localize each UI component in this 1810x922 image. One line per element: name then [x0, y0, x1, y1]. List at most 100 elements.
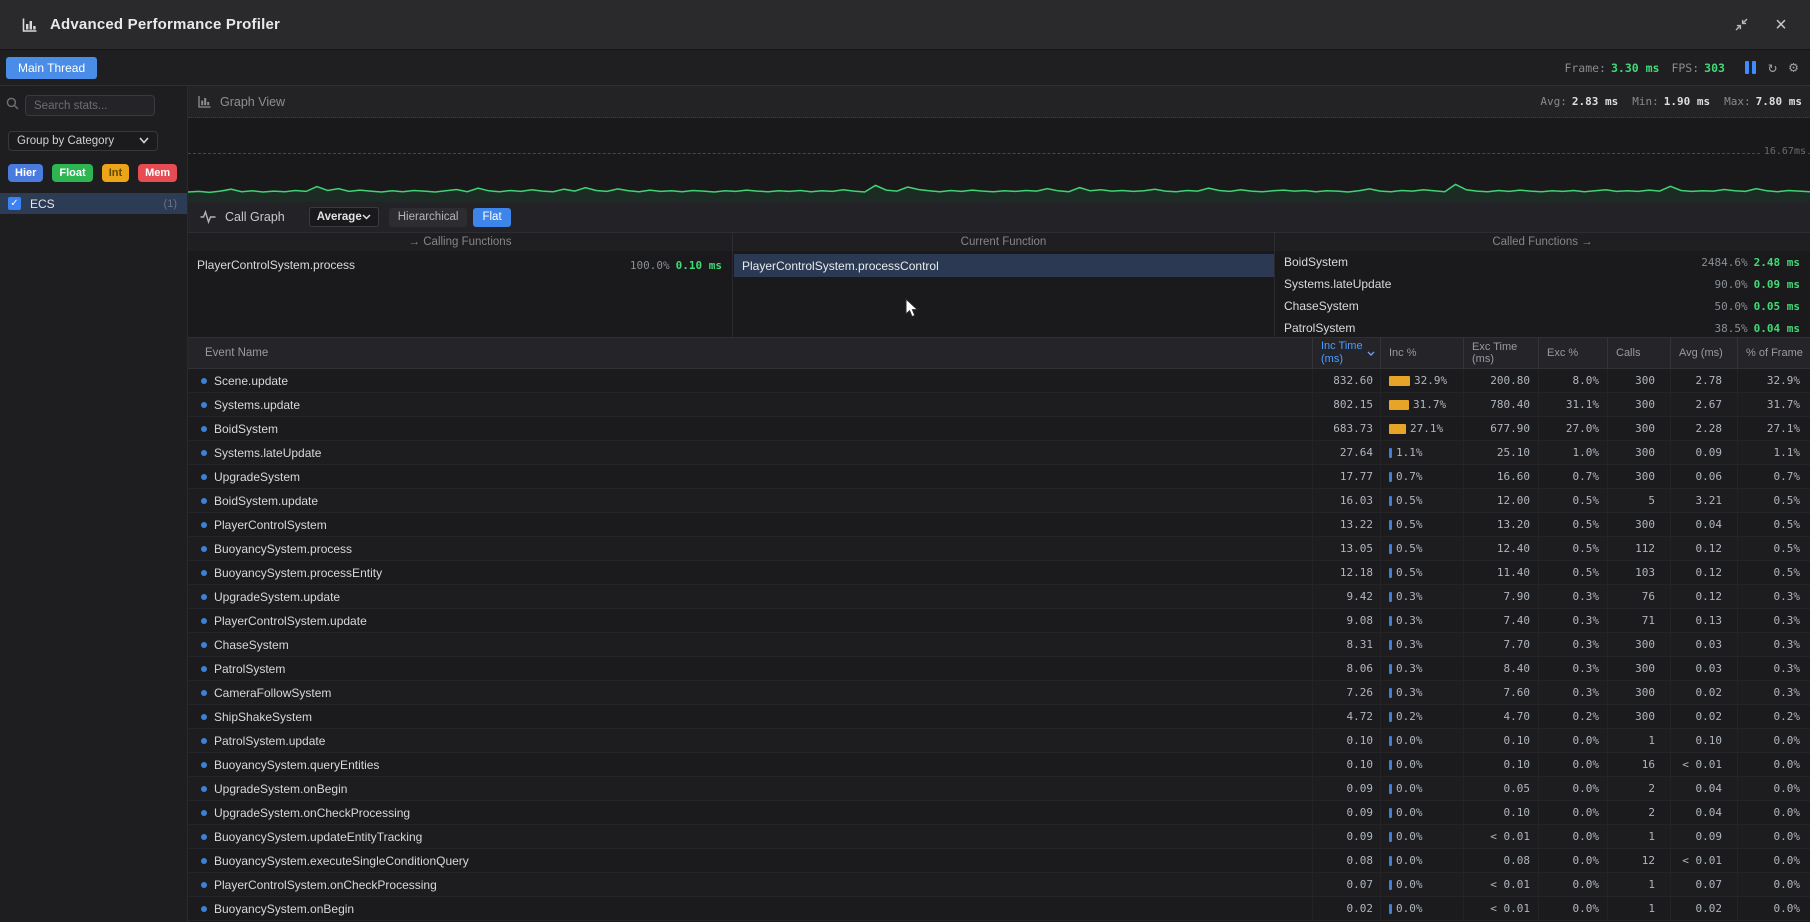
column-inc-pct[interactable]: Inc % [1380, 338, 1463, 368]
inc-pct-bar [1389, 424, 1406, 434]
inc-pct-bar [1389, 592, 1392, 602]
frame-label: Frame: [1564, 61, 1606, 75]
current-function-row[interactable]: PlayerControlSystem.processControl [734, 254, 1274, 277]
inc-pct-bar [1389, 808, 1392, 818]
event-bullet-icon [201, 714, 207, 720]
sidebar: Group by Category Hier Float Int Mem ✓ E… [0, 85, 188, 922]
inc-pct-bar [1389, 760, 1392, 770]
table-row[interactable]: Systems.lateUpdate 27.64 1.1% 25.10 1.0%… [188, 441, 1810, 465]
stat-tag[interactable]: Int [102, 164, 129, 182]
mouse-cursor [905, 298, 919, 319]
event-bullet-icon [201, 858, 207, 864]
called-function-row[interactable]: ChaseSystem 50.0%0.05 ms [1275, 295, 1810, 317]
flat-button[interactable]: Flat [473, 208, 510, 227]
table-row[interactable]: UpgradeSystem.update 9.42 0.3% 7.90 0.3%… [188, 585, 1810, 609]
inc-pct-bar [1389, 376, 1410, 386]
inc-pct-bar [1389, 616, 1392, 626]
called-function-row[interactable]: Systems.lateUpdate 90.0%0.09 ms [1275, 273, 1810, 295]
group-by-select[interactable]: Group by Category [8, 131, 158, 151]
stat-tag[interactable]: Mem [138, 164, 177, 182]
table-row[interactable]: ChaseSystem 8.31 0.3% 7.70 0.3% 300 0.03… [188, 633, 1810, 657]
current-function-panel: PlayerControlSystem.processControl [733, 251, 1275, 337]
mode-select[interactable]: Average [309, 207, 379, 227]
call-graph-title: Call Graph [225, 210, 285, 224]
inc-pct-bar [1389, 640, 1392, 650]
title-bar: Advanced Performance Profiler × [0, 0, 1810, 50]
table-row[interactable]: BuoyancySystem.process 13.05 0.5% 12.40 … [188, 537, 1810, 561]
table-row[interactable]: PlayerControlSystem.onCheckProcessing 0.… [188, 873, 1810, 897]
table-row[interactable]: UpgradeSystem 17.77 0.7% 16.60 0.7% 300 … [188, 465, 1810, 489]
event-bullet-icon [201, 474, 207, 480]
bar-chart-icon [198, 95, 211, 108]
column-event-name[interactable]: Event Name [188, 338, 1312, 368]
frame-time-graph[interactable]: 16.67ms [188, 118, 1810, 202]
called-function-row[interactable]: PatrolSystem 38.5%0.04 ms [1275, 317, 1810, 339]
event-bullet-icon [201, 402, 207, 408]
collapse-window-icon[interactable] [1730, 14, 1752, 36]
frame-value: 3.30 ms [1611, 61, 1659, 75]
sidebar-item-ecs[interactable]: ✓ ECS (1) [0, 193, 187, 214]
table-row[interactable]: BuoyancySystem.queryEntities 0.10 0.0% 0… [188, 753, 1810, 777]
table-row[interactable]: BuoyancySystem.executeSingleConditionQue… [188, 849, 1810, 873]
table-row[interactable]: BoidSystem.update 16.03 0.5% 12.00 0.5% … [188, 489, 1810, 513]
table-row[interactable]: BuoyancySystem.updateEntityTracking 0.09… [188, 825, 1810, 849]
table-row[interactable]: PlayerControlSystem.update 9.08 0.3% 7.4… [188, 609, 1810, 633]
table-row[interactable]: BoidSystem 683.73 27.1% 677.90 27.0% 300… [188, 417, 1810, 441]
stat-tag[interactable]: Float [52, 164, 92, 182]
inc-pct-bar [1389, 520, 1392, 530]
table-row[interactable]: BuoyancySystem.onBegin 0.02 0.0% < 0.01 … [188, 897, 1810, 921]
calling-function-row[interactable]: PlayerControlSystem.process 100.0%0.10 m… [188, 254, 732, 276]
event-bullet-icon [201, 426, 207, 432]
gear-icon[interactable]: ⚙ [1789, 60, 1798, 75]
stat-tag[interactable]: Hier [8, 164, 43, 182]
table-row[interactable]: UpgradeSystem.onBegin 0.09 0.0% 0.05 0.0… [188, 777, 1810, 801]
table-row[interactable]: PatrolSystem.update 0.10 0.0% 0.10 0.0% … [188, 729, 1810, 753]
column-exc-pct[interactable]: Exc % [1538, 338, 1607, 368]
table-row[interactable]: ShipShakeSystem 4.72 0.2% 4.70 0.2% 300 … [188, 705, 1810, 729]
search-icon [6, 97, 19, 115]
page-title: Advanced Performance Profiler [50, 16, 280, 33]
inc-pct-bar [1389, 712, 1392, 722]
sort-desc-icon [1367, 351, 1375, 356]
table-row[interactable]: PlayerControlSystem 13.22 0.5% 13.20 0.5… [188, 513, 1810, 537]
inc-pct-bar [1389, 880, 1392, 890]
hierarchical-button[interactable]: Hierarchical [389, 208, 468, 227]
inc-pct-bar [1389, 472, 1392, 482]
event-bullet-icon [201, 594, 207, 600]
column-avg[interactable]: Avg (ms) [1670, 338, 1737, 368]
event-bullet-icon [201, 498, 207, 504]
column-calls[interactable]: Calls [1607, 338, 1670, 368]
inc-pct-bar [1389, 736, 1392, 746]
table-row[interactable]: CameraFollowSystem 7.26 0.3% 7.60 0.3% 3… [188, 681, 1810, 705]
column-exc-time[interactable]: Exc Time (ms) [1463, 338, 1538, 368]
table-row[interactable]: BuoyancySystem.processEntity 12.18 0.5% … [188, 561, 1810, 585]
table-row[interactable]: Scene.update 832.60 32.9% 200.80 8.0% 30… [188, 369, 1810, 393]
current-function-header: Current Function [733, 233, 1275, 251]
call-graph-panel-headers: → Calling Functions Current Function Cal… [188, 233, 1810, 251]
inc-pct-bar [1389, 448, 1392, 458]
event-bullet-icon [201, 618, 207, 624]
inc-pct-bar [1389, 856, 1392, 866]
inc-pct-bar [1389, 568, 1392, 578]
event-bullet-icon [201, 762, 207, 768]
event-bullet-icon [201, 522, 207, 528]
inc-pct-bar [1389, 688, 1392, 698]
stat-type-tags: Hier Float Int Mem [8, 164, 187, 182]
refresh-icon[interactable]: ↻ [1768, 60, 1777, 75]
main-content: Graph View Avg:2.83 ms Min:1.90 ms Max:7… [188, 85, 1810, 922]
table-row[interactable]: PatrolSystem 8.06 0.3% 8.40 0.3% 300 0.0… [188, 657, 1810, 681]
search-input[interactable] [25, 95, 155, 116]
called-function-row[interactable]: BoidSystem 2484.6%2.48 ms [1275, 251, 1810, 273]
checkbox-checked-icon[interactable]: ✓ [8, 197, 21, 210]
event-bullet-icon [201, 378, 207, 384]
column-pct-of-frame[interactable]: % of Frame [1737, 338, 1810, 368]
close-icon[interactable]: × [1770, 14, 1792, 36]
table-row[interactable]: UpgradeSystem.onCheckProcessing 0.09 0.0… [188, 801, 1810, 825]
column-inc-time[interactable]: Inc Time(ms) [1312, 338, 1380, 368]
inc-pct-bar [1389, 664, 1392, 674]
table-row[interactable]: Systems.update 802.15 31.7% 780.40 31.1%… [188, 393, 1810, 417]
fps-value: 303 [1704, 61, 1725, 75]
event-bullet-icon [201, 642, 207, 648]
pause-icon[interactable] [1745, 61, 1756, 74]
main-thread-button[interactable]: Main Thread [6, 57, 97, 79]
